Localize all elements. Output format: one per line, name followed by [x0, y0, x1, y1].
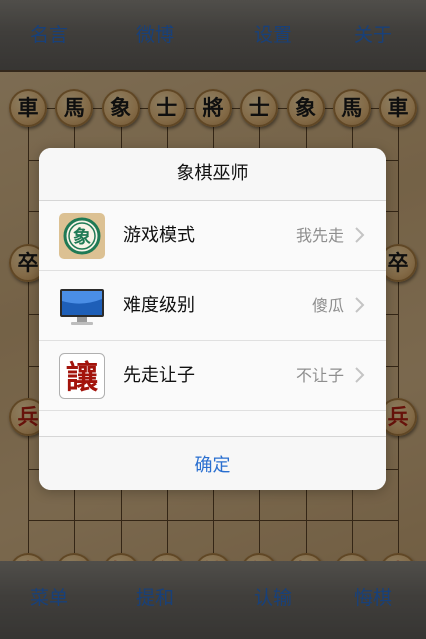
handicap-row[interactable]: 讓 先走让子 不让子	[39, 341, 386, 411]
dialog-title: 象棋巫师	[39, 148, 386, 201]
difficulty-row[interactable]: 难度级别 傻瓜	[39, 271, 386, 341]
game-mode-value: 我先走	[295, 226, 344, 245]
chevron-right-icon	[355, 367, 365, 383]
difficulty-label: 难度级别	[123, 295, 195, 316]
rang-character-icon: 讓	[59, 353, 105, 399]
game-mode-row[interactable]: 象 游戏模式 我先走	[39, 201, 386, 271]
difficulty-value: 傻瓜	[311, 296, 344, 315]
settings-dialog: 象棋巫师 象 游戏模式 我先走 难度级别 傻瓜 讓 先走让子 不让子 确定	[39, 148, 386, 490]
chevron-right-icon	[355, 297, 365, 313]
dialog-spacer	[39, 411, 386, 437]
handicap-label: 先走让子	[123, 365, 195, 386]
svg-text:讓: 讓	[66, 358, 99, 396]
monitor-icon	[59, 283, 105, 329]
chevron-right-icon	[355, 227, 365, 243]
svg-text:象: 象	[73, 226, 91, 248]
game-mode-label: 游戏模式	[123, 225, 195, 246]
xiangqi-piece-icon: 象	[59, 213, 105, 259]
handicap-value: 不让子	[295, 366, 344, 385]
confirm-button[interactable]: 确定	[39, 437, 386, 490]
